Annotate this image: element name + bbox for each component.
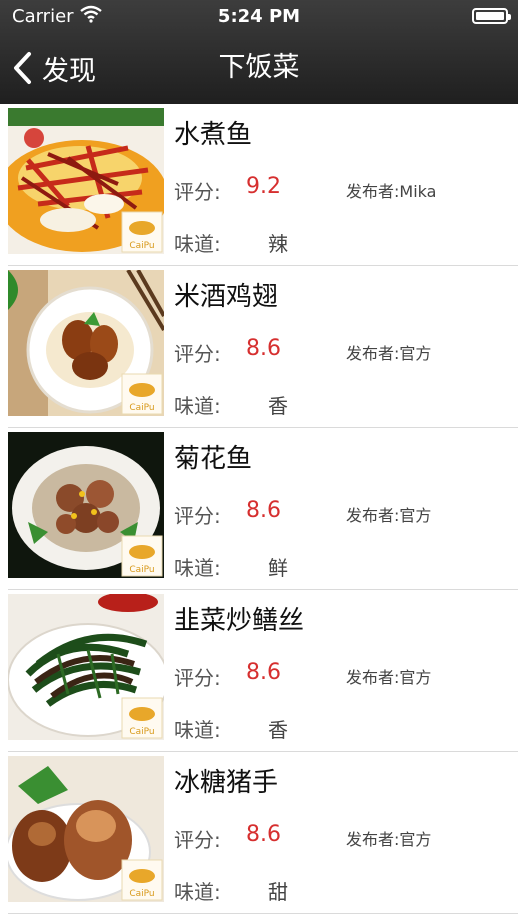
taste-label: 味道: [174, 394, 221, 418]
recipe-photo: CaiPu [8, 432, 164, 578]
author-label: 发布者:官方 [346, 668, 432, 687]
taste-value: 香 [268, 718, 288, 742]
taste-label: 味道: [174, 718, 221, 742]
recipe-photo: CaiPu [8, 270, 164, 416]
taste-value: 香 [268, 394, 288, 418]
score-value: 8.6 [246, 660, 281, 685]
score-label: 评分: [174, 828, 221, 852]
score-value: 8.6 [246, 336, 281, 361]
page-title: 下饭菜 [218, 52, 300, 83]
recipe-name: 冰糖猪手 [174, 768, 279, 798]
score-value: 8.6 [246, 498, 281, 523]
battery-icon [472, 8, 511, 24]
status-bar: Carrier 5:24 PM [0, 0, 518, 34]
recipe-photo: CaiPu [8, 594, 164, 740]
recipe-photo: CaiPu [8, 108, 164, 254]
svg-text:CaiPu: CaiPu [129, 565, 154, 575]
top-bar: Carrier 5:24 PM 发现 下饭菜 [0, 0, 518, 104]
score-value: 8.6 [246, 822, 281, 847]
svg-text:CaiPu: CaiPu [129, 241, 154, 251]
recipe-list: CaiPu 水煮鱼 评分: 9.2 发布者:Mika 味道: 辣 CaiPu 米… [0, 104, 518, 914]
recipe-name: 菊花鱼 [174, 444, 253, 474]
taste-label: 味道: [174, 556, 221, 580]
recipe-row[interactable]: CaiPu 冰糖猪手 评分: 8.6 发布者:官方 味道: 甜 [8, 752, 518, 914]
svg-text:CaiPu: CaiPu [129, 727, 154, 737]
navigation-bar: 发现 下饭菜 [0, 34, 518, 104]
author-label: 发布者:Mika [346, 182, 437, 201]
recipe-row[interactable]: CaiPu 韭菜炒鳝丝 评分: 8.6 发布者:官方 味道: 香 [8, 590, 518, 752]
recipe-photo: CaiPu [8, 756, 164, 902]
score-label: 评分: [174, 180, 221, 204]
taste-value: 鲜 [268, 556, 288, 580]
svg-text:CaiPu: CaiPu [129, 889, 154, 899]
recipe-row[interactable]: CaiPu 水煮鱼 评分: 9.2 发布者:Mika 味道: 辣 [8, 104, 518, 266]
svg-text:CaiPu: CaiPu [129, 403, 154, 413]
score-label: 评分: [174, 504, 221, 528]
score-label: 评分: [174, 666, 221, 690]
author-label: 发布者:官方 [346, 506, 432, 525]
recipe-name: 韭菜炒鳝丝 [174, 606, 305, 636]
taste-value: 辣 [268, 232, 288, 256]
author-label: 发布者:官方 [346, 344, 432, 363]
score-value: 9.2 [246, 174, 281, 199]
score-label: 评分: [174, 342, 221, 366]
status-time: 5:24 PM [217, 6, 301, 27]
recipe-name: 水煮鱼 [174, 120, 253, 150]
taste-label: 味道: [174, 232, 221, 256]
taste-value: 甜 [268, 880, 288, 904]
recipe-row[interactable]: CaiPu 菊花鱼 评分: 8.6 发布者:官方 味道: 鲜 [8, 428, 518, 590]
recipe-name: 米酒鸡翅 [174, 282, 279, 312]
author-label: 发布者:官方 [346, 830, 432, 849]
taste-label: 味道: [174, 880, 221, 904]
recipe-row[interactable]: CaiPu 米酒鸡翅 评分: 8.6 发布者:官方 味道: 香 [8, 266, 518, 428]
